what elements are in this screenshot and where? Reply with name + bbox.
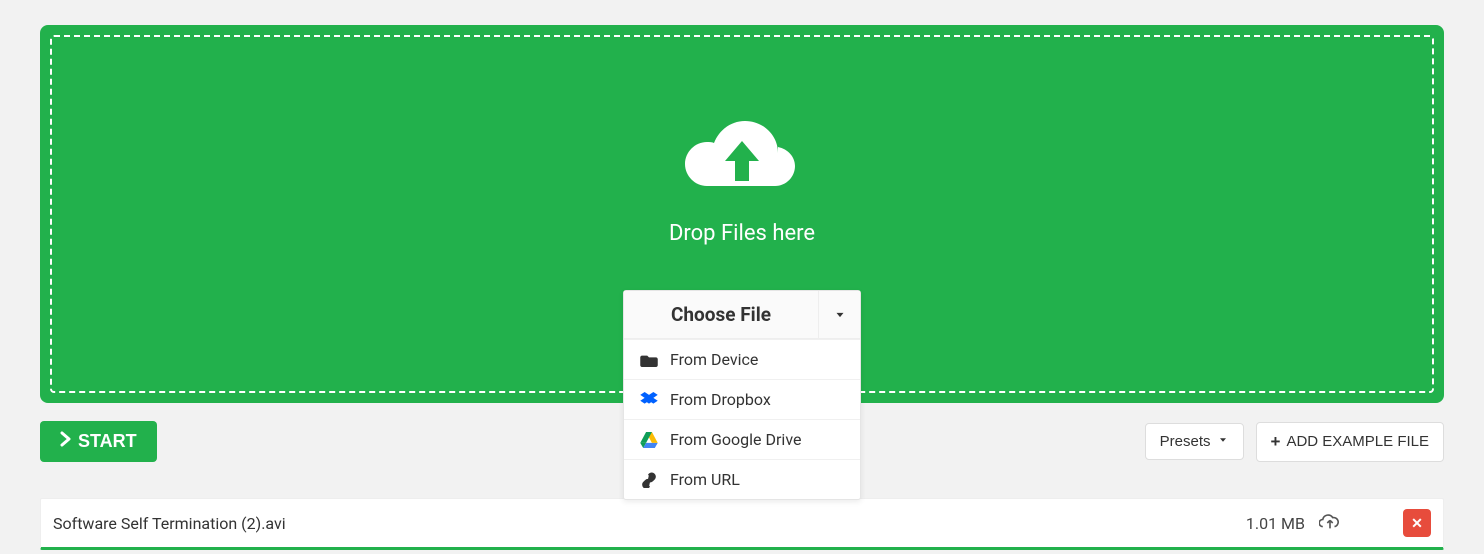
choose-file-dropdown: Choose File From Device From Dropbox Fro…	[623, 290, 861, 500]
choose-file-label: Choose File	[624, 291, 818, 338]
file-size: 1.01 MB	[1246, 514, 1305, 533]
choose-file-button[interactable]: Choose File	[624, 291, 860, 339]
source-label: From Device	[670, 350, 758, 369]
source-from-device[interactable]: From Device	[624, 339, 860, 379]
add-example-file-button[interactable]: + ADD EXAMPLE FILE	[1256, 422, 1444, 462]
source-from-google-drive[interactable]: From Google Drive	[624, 419, 860, 459]
dropzone-label: Drop Files here	[669, 221, 815, 246]
google-drive-icon	[638, 432, 660, 448]
folder-icon	[638, 353, 660, 367]
presets-label: Presets	[1160, 433, 1211, 450]
source-label: From Google Drive	[670, 430, 801, 449]
dropbox-icon	[638, 392, 660, 408]
cloud-upload-icon	[677, 109, 807, 213]
remove-file-button[interactable]: ✕	[1403, 509, 1431, 537]
source-from-dropbox[interactable]: From Dropbox	[624, 379, 860, 419]
file-row: Software Self Termination (2).avi 1.01 M…	[40, 498, 1444, 550]
upload-status-icon	[1319, 514, 1341, 532]
start-label: START	[78, 431, 137, 452]
chevron-down-icon	[1217, 433, 1229, 450]
link-icon	[638, 472, 660, 488]
close-icon: ✕	[1411, 515, 1423, 532]
source-from-url[interactable]: From URL	[624, 459, 860, 499]
chevron-down-icon[interactable]	[818, 291, 860, 338]
source-label: From Dropbox	[670, 390, 771, 409]
presets-button[interactable]: Presets	[1145, 423, 1244, 460]
add-example-label: ADD EXAMPLE FILE	[1286, 433, 1429, 450]
chevron-right-icon	[60, 431, 72, 452]
source-label: From URL	[670, 470, 740, 489]
plus-icon: +	[1271, 432, 1281, 452]
file-name: Software Self Termination (2).avi	[53, 514, 1246, 533]
start-button[interactable]: START	[40, 421, 157, 462]
